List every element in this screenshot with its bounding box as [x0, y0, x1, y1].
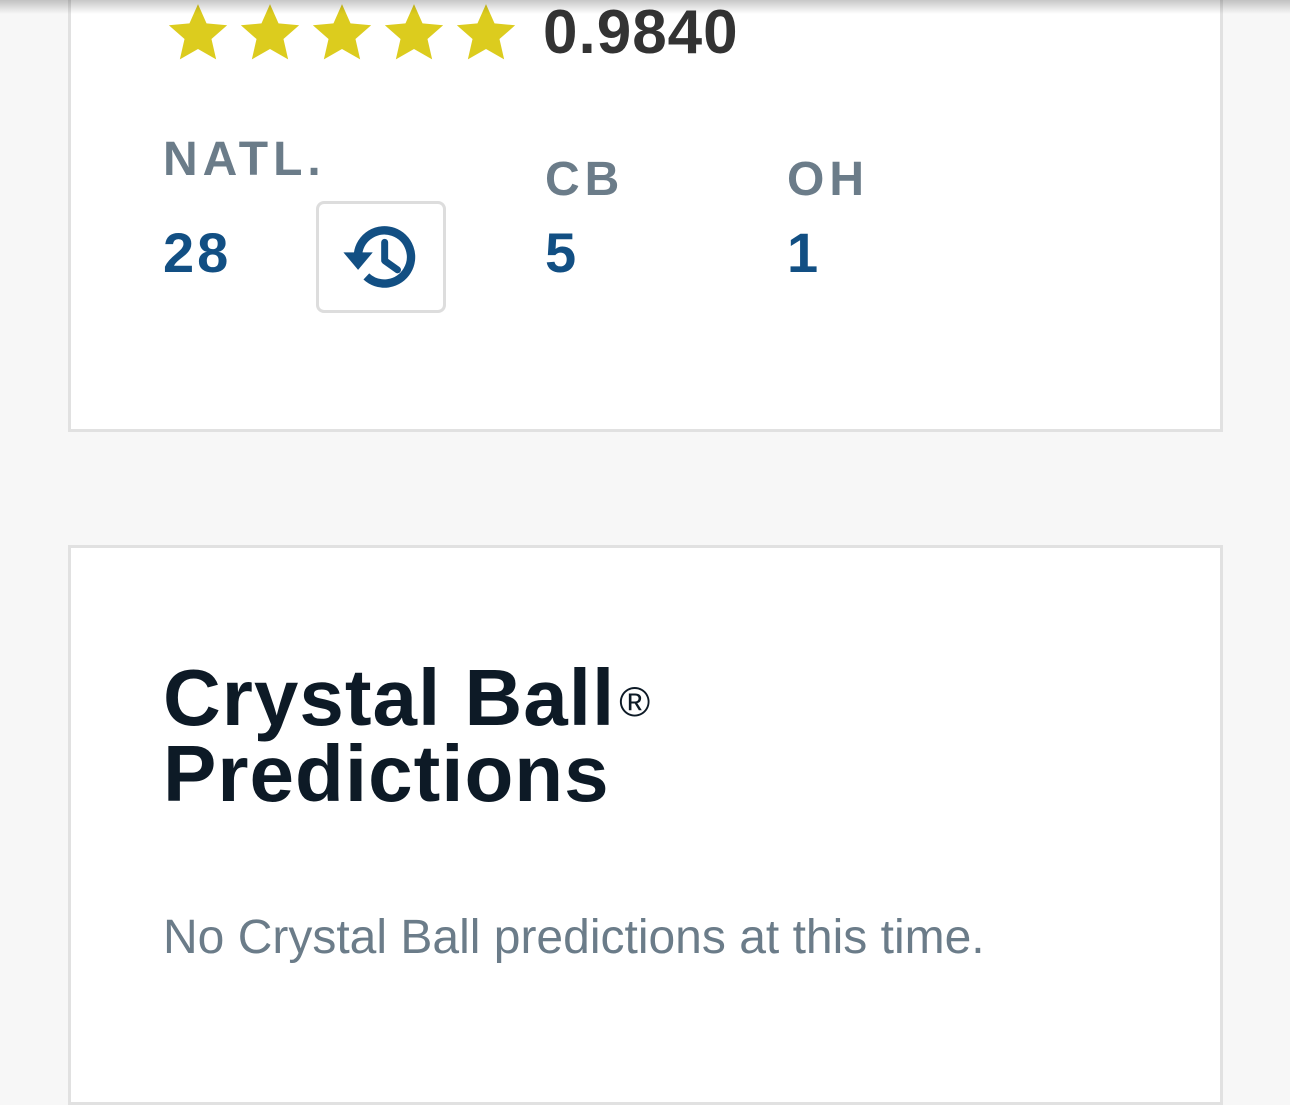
national-rank-value: 28 — [163, 221, 232, 284]
empty-predictions-message: No Crystal Ball predictions at this time… — [163, 911, 985, 964]
predictions-title: Predictions — [163, 729, 610, 818]
rankings-card: 0.9840 NATL. 28 CB 5 OH 1 — [68, 0, 1223, 432]
position-rank-label: CB — [545, 153, 625, 206]
crystal-ball-card: Crystal Ball® Predictions No Crystal Bal… — [68, 545, 1223, 1105]
position-rank-value: 5 — [545, 221, 580, 284]
crystal-ball-heading: Crystal Ball® Predictions — [163, 658, 652, 814]
state-rank-label: OH — [787, 153, 869, 206]
header-shadow — [0, 0, 1290, 14]
registered-trademark: ® — [619, 678, 652, 725]
state-rank-value: 1 — [787, 221, 822, 284]
ranking-history-button[interactable] — [316, 201, 446, 313]
national-rank-label: NATL. — [163, 133, 326, 186]
history-clock-icon — [335, 213, 427, 301]
